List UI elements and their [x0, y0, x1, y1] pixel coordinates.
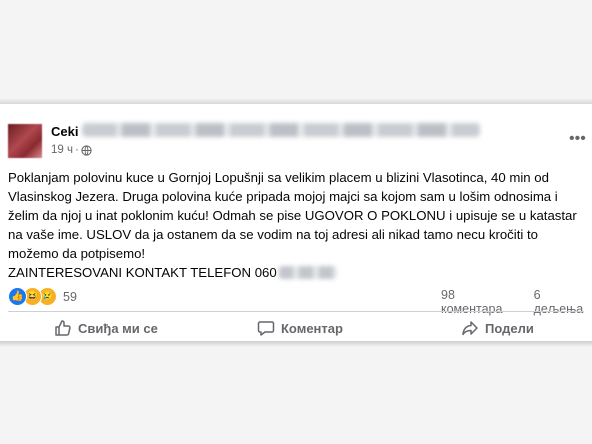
avatar[interactable] [8, 124, 42, 158]
comment-button[interactable]: Коментар [257, 319, 343, 337]
comment-icon [257, 321, 275, 336]
post-meta: 19 ч · [51, 144, 92, 156]
post-line: želim da njoj u inat poklonim kuću! Odma… [8, 208, 577, 223]
reaction-count: 59 [63, 289, 77, 304]
more-icon[interactable]: ••• [569, 130, 586, 148]
blurred-author-detail [82, 123, 480, 137]
post-card: Ceki 19 ч · ••• Poklanjam polovinu kuce … [0, 104, 592, 341]
post-line: Vlasinskog Jezera. Druga polovina kuće p… [8, 189, 558, 204]
post-line: na vaše ime. USLOV da ja ostanem da se v… [8, 227, 538, 242]
torn-edge-bottom [0, 341, 592, 347]
share-label: Подели [485, 320, 534, 336]
thumbs-up-icon [55, 320, 71, 336]
globe-icon[interactable] [81, 144, 92, 156]
reactions-summary[interactable]: 👍 😆 😢 59 [8, 287, 77, 306]
background-top [0, 0, 592, 104]
blurred-phone-number [278, 266, 337, 279]
action-bar: Свиђа ми се Коментар Подели [0, 319, 592, 341]
divider [8, 311, 584, 312]
like-button[interactable]: Свиђа ми се [54, 319, 158, 337]
share-icon [462, 321, 478, 336]
reaction-icons: 👍 😆 😢 [8, 287, 57, 306]
post-line: Poklanjam polovinu kuce u Gornjoj Lopušn… [8, 170, 549, 185]
comment-label: Коментар [281, 320, 343, 336]
post-body: Poklanjam polovinu kuce u Gornjoj Lopušn… [8, 168, 584, 282]
author-name[interactable]: Ceki [51, 124, 78, 139]
like-icon: 👍 [8, 287, 27, 306]
post-line: možemo da potpisemo! [8, 246, 146, 261]
background-bottom [0, 341, 592, 444]
post-time[interactable]: 19 ч [51, 144, 73, 156]
like-label: Свиђа ми се [78, 320, 158, 336]
share-button[interactable]: Подели [461, 319, 534, 337]
meta-separator: · [74, 144, 79, 156]
contact-line: ZAINTERESOVANI KONTAKT TELEFON 060 [8, 265, 277, 280]
